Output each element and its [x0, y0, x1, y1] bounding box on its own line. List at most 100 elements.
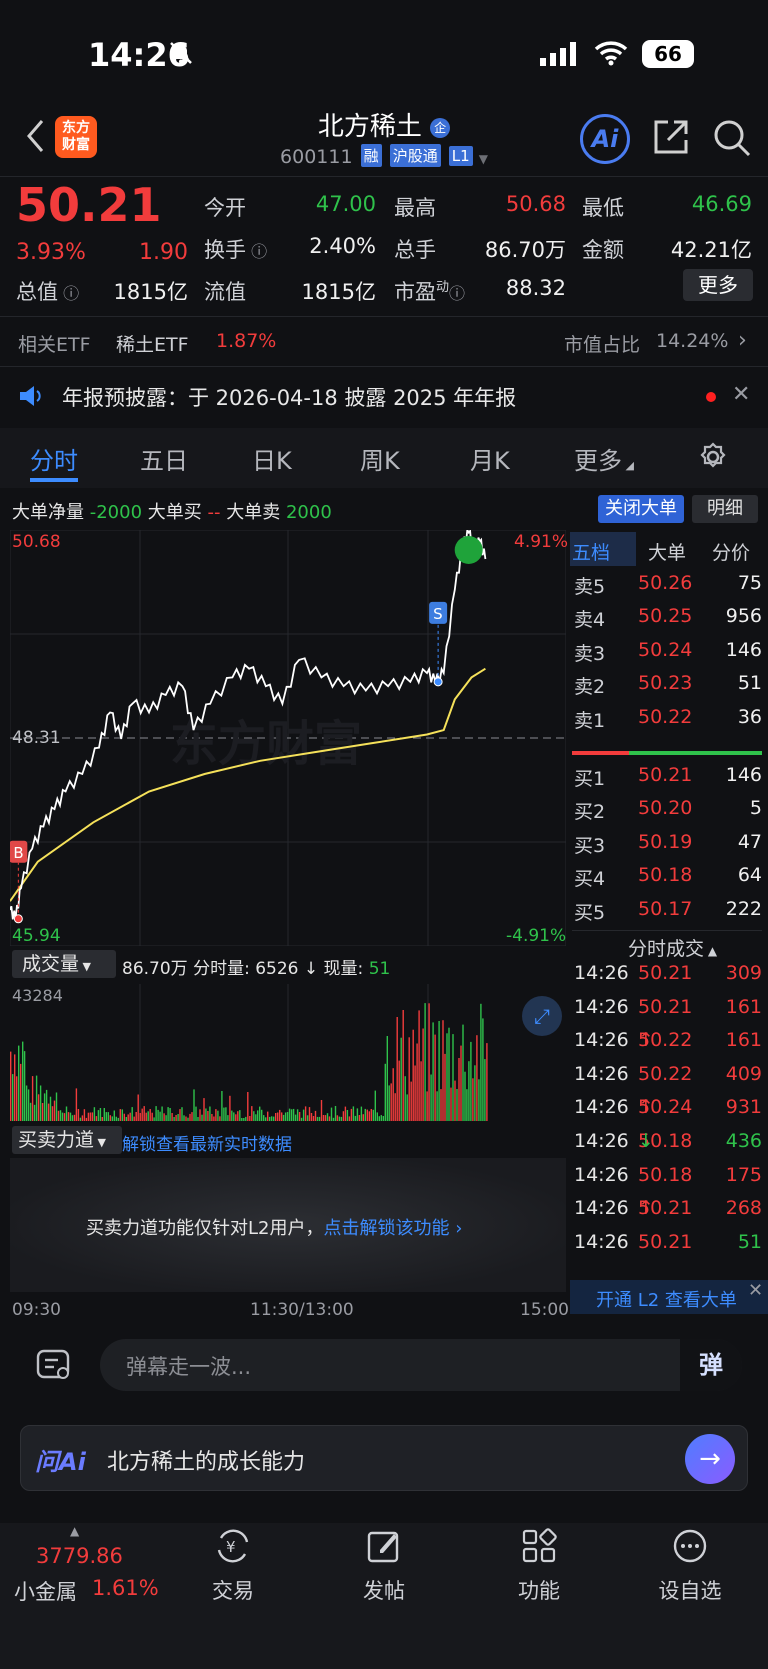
danmu-toggle-button[interactable]: 弹: [680, 1339, 742, 1391]
power-unlock-link[interactable]: 点击解锁该功能: [323, 1218, 449, 1239]
volume-bar: [284, 1112, 287, 1121]
volume-bar: [275, 1113, 277, 1121]
volume-bar: [20, 1063, 22, 1121]
ai-button[interactable]: Ai: [580, 114, 630, 164]
turnover-label-text: 换手: [204, 238, 246, 262]
volume-bar: [396, 1017, 398, 1121]
volume-selector[interactable]: 成交量 ▼: [12, 950, 116, 978]
tab-more[interactable]: 更多 ◢: [574, 441, 634, 476]
trade-row: 14:26 50.18 ↓ 436: [572, 1130, 762, 1164]
trade-direction: ↑: [638, 1029, 654, 1052]
volume-bar: [265, 1117, 267, 1121]
trade-volume: 161: [725, 1029, 762, 1052]
volume-bar: [201, 1114, 203, 1121]
svg-text:¥: ¥: [226, 1538, 236, 1556]
volume-bar: [199, 1109, 201, 1121]
volume-bar: [384, 1063, 386, 1121]
volume-bar: [298, 1112, 301, 1121]
volume-chart[interactable]: [10, 984, 566, 1121]
volume-bar: [269, 1116, 271, 1121]
divider: [0, 366, 768, 367]
volume-bar: [235, 1114, 237, 1121]
tab-big-orders[interactable]: 大单: [648, 538, 686, 565]
volume-bar: [370, 1109, 372, 1121]
tab-five-levels[interactable]: 五档: [572, 538, 610, 565]
info-icon[interactable]: ⓘ: [246, 242, 267, 261]
volume-bar: [476, 1035, 478, 1121]
volume-bar: [131, 1107, 133, 1121]
nav-add-watchlist[interactable]: 设自选: [640, 1575, 740, 1605]
close-icon[interactable]: ✕: [748, 1280, 763, 1301]
sell-marker-label: S: [433, 605, 443, 623]
volume-bar: [286, 1112, 289, 1121]
volume-bar: [65, 1106, 68, 1121]
now-volume: 51: [368, 959, 391, 979]
intraday-chart[interactable]: 东方财富 B S: [10, 530, 566, 946]
stock-name: 北方稀土: [317, 112, 422, 142]
power-selector[interactable]: 买卖力道 ▼: [12, 1126, 122, 1154]
nav-post[interactable]: 发帖: [334, 1575, 434, 1605]
tab-price-dist[interactable]: 分价: [712, 538, 750, 565]
volume-bar: [251, 1106, 253, 1121]
volume-bar: [316, 1116, 319, 1121]
nav-function[interactable]: 功能: [489, 1575, 589, 1605]
chart-bottom-pct: -4.91%: [506, 926, 567, 946]
volume-bar: [245, 1116, 247, 1121]
share-icon[interactable]: [652, 118, 690, 160]
volume-bar: [470, 1041, 472, 1121]
volume-bar: [53, 1100, 56, 1121]
volume-bar: [292, 1108, 295, 1121]
volume-bar: [444, 1053, 446, 1121]
volume-bar: [205, 1108, 207, 1121]
tab-five-day[interactable]: 五日: [140, 441, 188, 476]
add-watchlist-icon[interactable]: [640, 1528, 740, 1572]
index-value[interactable]: 3779.86: [36, 1544, 123, 1568]
tab-day-k[interactable]: 日K: [252, 441, 292, 476]
volume-bar: [207, 1111, 209, 1121]
danmu-input[interactable]: 弹幕走一波... 弹: [100, 1339, 742, 1391]
arrow-right-icon[interactable]: →: [685, 1434, 735, 1484]
level-label: 卖1: [574, 709, 606, 732]
info-icon[interactable]: ⓘ: [58, 284, 79, 303]
volume-bar: [376, 1112, 378, 1121]
settings-icon[interactable]: [698, 442, 728, 476]
level-price: 50.20: [638, 797, 693, 820]
l2-banner-text[interactable]: 开通 L2 查看大单: [596, 1286, 737, 1312]
info-icon[interactable]: ⓘ: [449, 284, 465, 303]
volume-bar: [446, 1033, 448, 1121]
chevron-right-icon[interactable]: ›: [738, 328, 747, 353]
more-button[interactable]: 更多: [683, 269, 753, 301]
function-icon[interactable]: [489, 1528, 589, 1572]
index-name[interactable]: 小金属: [14, 1576, 77, 1606]
notice-bar[interactable]: 年报预披露：于 2026-04-18 披露 2025 年年报 ✕: [0, 368, 768, 424]
volume-bar: [338, 1116, 341, 1121]
volume-bar: [143, 1106, 145, 1121]
bid-ask-ratio-bar: [572, 751, 762, 755]
volume-bar: [448, 1027, 450, 1121]
etf-name[interactable]: 稀土ETF: [116, 330, 189, 357]
close-big-order-button[interactable]: 关闭大单: [598, 495, 684, 523]
detail-button[interactable]: 明细: [692, 495, 758, 523]
current-price: 50.21: [16, 178, 162, 232]
search-icon[interactable]: [712, 118, 752, 162]
trades-title[interactable]: 分时成交 ▲: [628, 934, 717, 961]
unlock-link[interactable]: 解锁查看最新实时数据: [122, 1130, 292, 1155]
ai-ask-bar[interactable]: 问Ai 北方稀土的成长能力 →: [20, 1425, 748, 1491]
post-icon[interactable]: [334, 1528, 434, 1572]
status-bar: 14:26 66: [0, 0, 768, 110]
volume-bar: [478, 1079, 480, 1121]
volume-bar: [271, 1116, 273, 1121]
tab-intraday[interactable]: 分时: [30, 441, 78, 476]
volume-bar: [392, 1068, 394, 1121]
amount-value: 42.21亿: [670, 238, 752, 262]
nav-trade[interactable]: 交易: [183, 1575, 283, 1605]
volume-bar: [12, 1074, 14, 1121]
trade-icon[interactable]: ¥: [183, 1528, 283, 1572]
danmu-settings-icon[interactable]: [36, 1347, 72, 1387]
volume-bar: [175, 1115, 177, 1121]
expand-icon[interactable]: ⤢: [522, 996, 562, 1036]
tab-month-k[interactable]: 月K: [470, 441, 510, 476]
close-icon[interactable]: ✕: [732, 382, 750, 407]
volume-bar: [10, 1051, 12, 1121]
tab-week-k[interactable]: 周K: [360, 441, 400, 476]
